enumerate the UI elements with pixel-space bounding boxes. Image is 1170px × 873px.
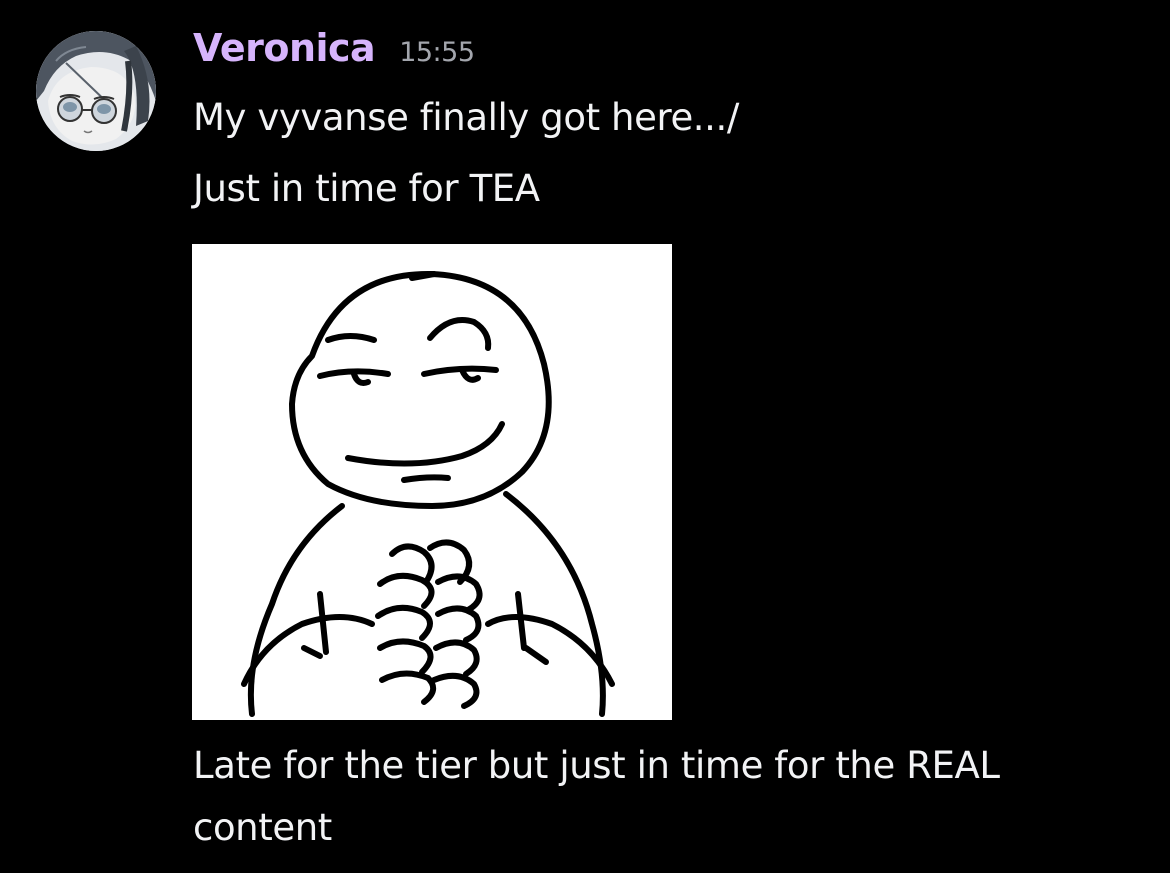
message-caption: Late for the tier but just in time for t… [193,744,1000,849]
message-line: Just in time for TEA [193,167,540,210]
author-avatar[interactable] [36,31,156,151]
message-header: Veronica 15:55 [193,26,475,82]
smug-wojak-hands-together-meme-icon [192,244,672,720]
image-attachment[interactable] [192,244,672,720]
chat-message: Veronica 15:55 My vyvanse finally got he… [0,0,1170,873]
author-name[interactable]: Veronica [193,26,376,70]
message-line: My vyvanse finally got here.../ [193,96,739,139]
message-timestamp: 15:55 [399,37,475,68]
anime-girl-glasses-avatar-icon [36,31,156,151]
